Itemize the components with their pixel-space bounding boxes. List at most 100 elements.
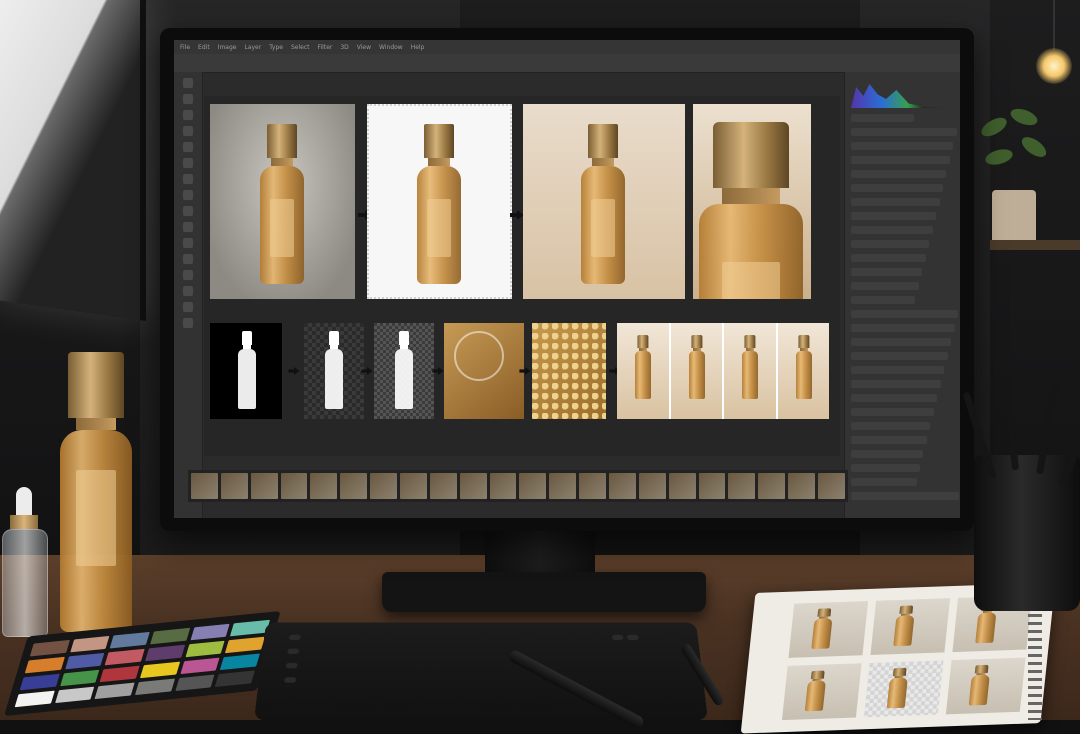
lamp-cord: [1053, 0, 1055, 50]
filmstrip-thumb[interactable]: [579, 473, 606, 499]
filmstrip-thumb[interactable]: [549, 473, 576, 499]
magnifier-icon: [454, 331, 504, 381]
tool-panel: [174, 72, 203, 518]
panel-row: [851, 450, 923, 458]
panel-row: [851, 128, 957, 136]
filmstrip-thumb[interactable]: [639, 473, 666, 499]
raw-photo-tile: [210, 104, 355, 299]
filmstrip-thumb[interactable]: [609, 473, 636, 499]
arrow-icon: [361, 367, 372, 375]
color-swatch: [145, 645, 185, 662]
color-swatch: [135, 679, 175, 696]
cutout-tile: [367, 104, 512, 299]
tool-icon[interactable]: [183, 254, 193, 264]
color-swatch: [110, 632, 150, 649]
shelf: [990, 240, 1080, 250]
filmstrip-thumb[interactable]: [430, 473, 457, 499]
monitor-stand-base: [382, 572, 706, 612]
color-swatch: [20, 674, 60, 691]
filmstrip-thumb[interactable]: [728, 473, 755, 499]
panel-row: [851, 184, 943, 192]
tool-icon[interactable]: [183, 318, 193, 328]
tool-icon[interactable]: [183, 78, 193, 88]
filmstrip-thumb[interactable]: [370, 473, 397, 499]
tool-icon[interactable]: [183, 190, 193, 200]
panel-row: [851, 408, 934, 416]
menu-item[interactable]: File: [180, 44, 190, 51]
tool-icon[interactable]: [183, 206, 193, 216]
final-set-tile: [617, 323, 829, 419]
tool-icon[interactable]: [183, 238, 193, 248]
panel-row: [851, 114, 914, 122]
filmstrip-thumb[interactable]: [460, 473, 487, 499]
pendant-lamp: [1036, 48, 1072, 84]
menu-item[interactable]: Select: [291, 44, 310, 51]
filmstrip-thumb[interactable]: [281, 473, 308, 499]
menu-item[interactable]: Type: [269, 44, 283, 51]
color-swatch: [150, 628, 190, 645]
menu-item[interactable]: Window: [379, 44, 403, 51]
bottle-image: [581, 124, 625, 284]
menu-item[interactable]: View: [357, 44, 371, 51]
options-bar: [174, 54, 960, 73]
final-variant: [671, 323, 723, 419]
sketchbook-photo: [788, 601, 868, 658]
bottle-image: [260, 124, 304, 284]
panel-row: [851, 254, 926, 262]
filmstrip-thumb[interactable]: [818, 473, 845, 499]
tool-icon[interactable]: [183, 94, 193, 104]
tool-icon[interactable]: [183, 286, 193, 296]
tool-icon[interactable]: [183, 110, 193, 120]
sketchbook-photo: [864, 660, 944, 717]
final-variant: [617, 323, 669, 419]
final-variant: [724, 323, 776, 419]
tool-icon[interactable]: [183, 158, 193, 168]
panel-row: [851, 422, 930, 430]
menu-item[interactable]: Edit: [198, 44, 210, 51]
magnifier-detail-tile: [444, 323, 524, 419]
menu-item[interactable]: Layer: [244, 44, 261, 51]
filmstrip-thumb[interactable]: [310, 473, 337, 499]
potted-plant: [980, 110, 1050, 250]
mask-transparent-tile: [374, 323, 434, 419]
glitter-texture-tile: [532, 323, 606, 419]
tool-icon[interactable]: [183, 174, 193, 184]
panel-row: [851, 156, 950, 164]
filmstrip-thumb[interactable]: [519, 473, 546, 499]
color-swatch: [175, 674, 215, 691]
panel-row: [851, 478, 917, 486]
panel-row: [851, 366, 944, 374]
filmstrip-thumb[interactable]: [758, 473, 785, 499]
filmstrip-thumb[interactable]: [221, 473, 248, 499]
tool-icon[interactable]: [183, 126, 193, 136]
filmstrip-thumb[interactable]: [340, 473, 367, 499]
bottle-image: [742, 335, 758, 399]
color-swatch: [95, 683, 135, 700]
color-swatch: [105, 649, 145, 666]
panel-row: [851, 324, 955, 332]
menu-item[interactable]: Help: [411, 44, 425, 51]
menu-item[interactable]: Image: [218, 44, 237, 51]
panel-row: [851, 282, 919, 290]
closeup-tile: [693, 104, 811, 299]
arrow-icon: [519, 367, 530, 375]
tool-icon[interactable]: [183, 302, 193, 312]
tool-icon[interactable]: [183, 142, 193, 152]
filmstrip-thumb[interactable]: [400, 473, 427, 499]
tool-icon[interactable]: [183, 270, 193, 280]
filmstrip-thumb[interactable]: [788, 473, 815, 499]
tool-icon[interactable]: [183, 222, 193, 232]
filmstrip-thumb[interactable]: [251, 473, 278, 499]
sketchbook-photo: [870, 598, 950, 655]
menu-item[interactable]: 3D: [340, 44, 348, 51]
color-swatch: [60, 670, 100, 687]
menu-item[interactable]: Filter: [318, 44, 333, 51]
panel-row: [851, 212, 936, 220]
filmstrip-thumb[interactable]: [699, 473, 726, 499]
dropper-bottle: [0, 487, 48, 635]
color-swatch: [70, 636, 110, 653]
filmstrip-thumb[interactable]: [490, 473, 517, 499]
filmstrip-thumb[interactable]: [669, 473, 696, 499]
filmstrip-thumb[interactable]: [191, 473, 218, 499]
filmstrip: [188, 470, 848, 502]
